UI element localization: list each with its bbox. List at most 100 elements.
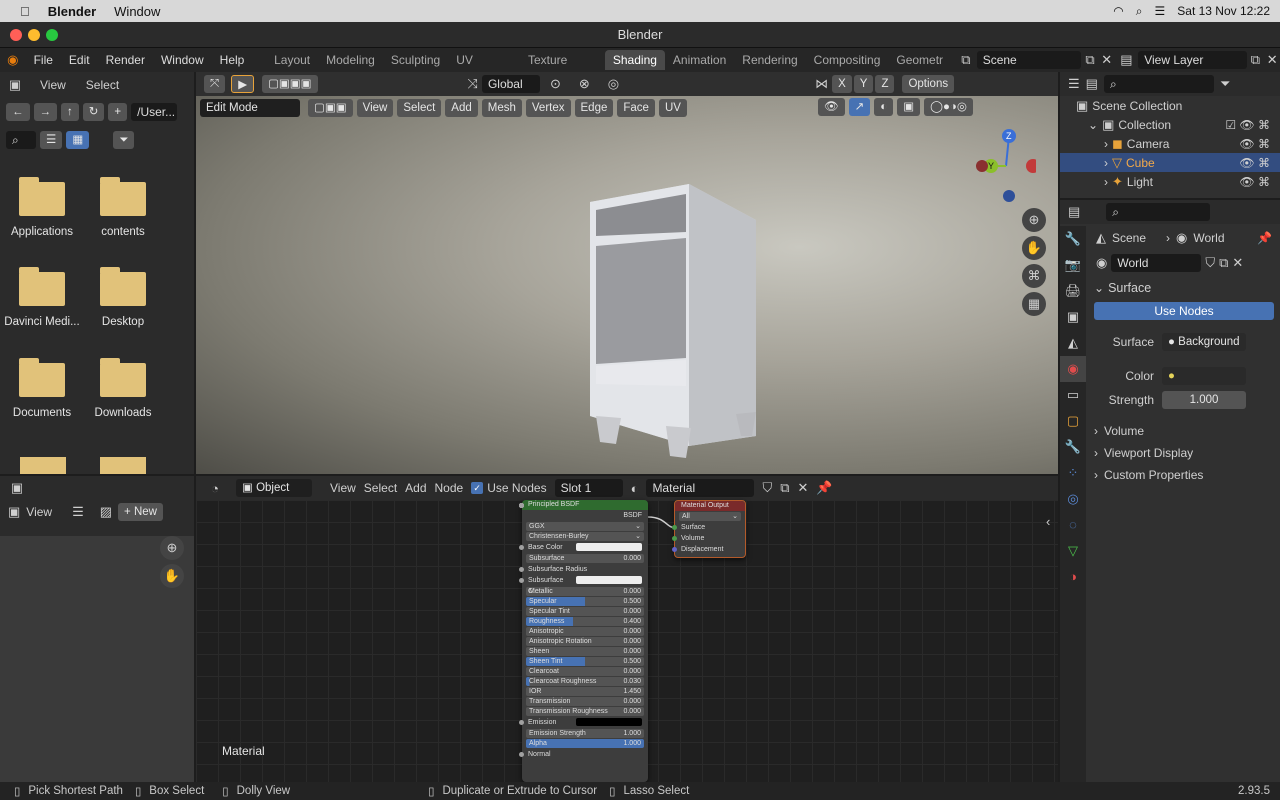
input-volume[interactable]: Volume <box>672 533 745 544</box>
filter-icon[interactable]: ⏷ <box>1220 76 1230 92</box>
bsdf-input-row[interactable]: Emission Strength 1.000 <box>519 503 644 738</box>
display-list-icon[interactable]: ☰ <box>40 131 63 149</box>
image-editor-icon[interactable]: ▣ <box>8 504 20 520</box>
scene-tab-icon[interactable]: ◭ <box>1060 330 1086 356</box>
pin-icon[interactable]: 📌 <box>1257 231 1272 245</box>
distribution-select[interactable]: GGX ⌄ <box>526 522 644 531</box>
navigation-gizmo[interactable]: Z Y <box>976 128 1036 208</box>
menu-window[interactable]: Window <box>153 53 212 67</box>
particles-tab-icon[interactable]: ⁘ <box>1060 460 1086 486</box>
new-image-button[interactable]: + New <box>118 503 163 521</box>
viewport-menu-uv[interactable]: UV <box>658 99 687 117</box>
tab-modeling[interactable]: Modeling <box>318 50 383 70</box>
input-displacement[interactable]: Displacement <box>672 544 745 555</box>
folder-desktop[interactable]: Desktop <box>83 267 163 328</box>
wifi-icon[interactable]: ◠ <box>1113 4 1123 18</box>
unlink-material-icon[interactable]: ✕ <box>798 480 809 496</box>
object-tab-icon[interactable]: ▢ <box>1060 408 1086 434</box>
outliner-cube[interactable]: › ▽ Cube 👁 ⌘ <box>1060 153 1280 172</box>
strength-field[interactable]: 1.000 <box>1162 391 1246 409</box>
select-mode-icons[interactable]: ▢▣▣▣ <box>262 75 318 93</box>
minimize-window-button[interactable] <box>28 29 40 41</box>
folder-contents[interactable]: contents <box>83 177 163 238</box>
menu-edit[interactable]: Edit <box>61 53 98 67</box>
socket-dot[interactable] <box>519 752 524 757</box>
window-menu[interactable]: Window <box>114 4 160 19</box>
folder-documents[interactable]: Documents <box>2 358 82 419</box>
fake-user-icon[interactable]: ⛉ <box>1205 255 1215 271</box>
pivot-icon[interactable]: ⊙ <box>550 76 561 92</box>
display-thumbnails-icon[interactable]: ▦ <box>66 131 90 149</box>
use-nodes-button[interactable]: Use Nodes <box>1094 302 1274 320</box>
subsurface-method-select[interactable]: Christensen-Burley ⌄ <box>526 532 644 541</box>
parent-dir-icon[interactable]: ↑ <box>61 103 79 121</box>
color-field[interactable]: ● <box>1162 367 1246 385</box>
transform-orientation-select[interactable]: Global <box>481 75 540 93</box>
socket-dot[interactable] <box>519 720 524 725</box>
close-window-button[interactable] <box>10 29 22 41</box>
outliner-search-field[interactable]: ⌕ <box>1103 75 1214 93</box>
path-field[interactable]: /User... <box>131 103 178 121</box>
menu-icon[interactable]: ☰ <box>72 504 84 520</box>
bsdf-input-row[interactable]: Anisotropic 0.000 <box>519 503 644 636</box>
output-tab-icon[interactable]: 🖨 <box>1060 278 1086 304</box>
volume-panel-header[interactable]: › Volume <box>1090 420 1278 442</box>
clock[interactable]: Sat 13 Nov 12:22 <box>1177 4 1270 18</box>
physics-tab-icon[interactable]: ◎ <box>1060 486 1086 512</box>
editor-type-icon[interactable]: ▣ <box>0 77 30 93</box>
duplicate-world-icon[interactable]: ⧉ <box>1219 255 1228 271</box>
modifier-tab-icon[interactable]: 🔧 <box>1060 434 1086 460</box>
axis-z-toggle[interactable]: Z <box>875 75 895 93</box>
material-output-node[interactable]: Material Output All ⌄ Surface Volume Disp… <box>672 500 746 558</box>
new-view-layer-icon[interactable]: ⧉ <box>1247 52 1265 68</box>
view-layer-icon[interactable]: ▤ <box>1115 52 1139 68</box>
back-icon[interactable]: ← <box>6 103 30 121</box>
bsdf-input-row[interactable]: Specular Tint 0.000 <box>519 503 644 616</box>
display-mode-icon[interactable]: ▤ <box>1086 76 1098 92</box>
node-menu-select[interactable]: Select <box>364 481 397 495</box>
bsdf-input-row[interactable]: Clearcoat 0.000 <box>519 503 644 676</box>
material-name-field[interactable]: Material <box>646 479 755 497</box>
node-menu-node[interactable]: Node <box>435 481 464 495</box>
viewport-menu-edge[interactable]: Edge <box>574 99 614 117</box>
bsdf-input-row[interactable]: Transmission Roughness 0.000 <box>519 503 644 716</box>
zoom-window-button[interactable] <box>46 29 58 41</box>
view-layer-selector[interactable]: View Layer <box>1138 51 1247 69</box>
new-folder-icon[interactable]: + <box>108 103 128 121</box>
tab-compositing[interactable]: Compositing <box>806 50 889 70</box>
gizmo-icon[interactable]: ↗ <box>848 98 871 116</box>
duplicate-material-icon[interactable]: ⧉ <box>780 480 789 496</box>
pan-hand-icon[interactable]: ✋ <box>1022 236 1046 260</box>
new-scene-icon[interactable]: ⧉ <box>1081 52 1099 68</box>
node-editor-canvas[interactable]: Principled BSDF BSDF GGX ⌄ Christensen-Bu… <box>196 500 1058 782</box>
3d-viewport[interactable]: Edit Mode ▢▣▣ View Select Add Mesh Verte… <box>196 96 1058 474</box>
custom-properties-panel-header[interactable]: › Custom Properties <box>1090 464 1278 486</box>
properties-search-field[interactable]: ⌕ <box>1106 203 1211 221</box>
viewport-menu-view[interactable]: View <box>356 99 394 117</box>
forward-icon[interactable]: → <box>33 103 57 121</box>
world-browse-icon[interactable]: ◉ <box>1096 255 1107 271</box>
filter-search-icon[interactable]: ⌕ <box>6 131 36 149</box>
color-swatch[interactable] <box>576 576 642 584</box>
outliner-light[interactable]: › ✦ Light 👁 ⌘ <box>1060 172 1280 191</box>
world-name-field[interactable]: World <box>1111 254 1202 272</box>
cabinet-model[interactable] <box>590 184 756 458</box>
menu-file[interactable]: File <box>26 53 61 67</box>
view-layer-tab-icon[interactable]: ▣ <box>1060 304 1086 330</box>
delete-scene-icon[interactable]: ✕ <box>1099 52 1115 68</box>
color-swatch[interactable] <box>575 543 642 551</box>
visibility-icons[interactable]: ☑ 👁 ⌘ <box>1225 118 1270 132</box>
node-menu-view[interactable]: View <box>330 481 356 495</box>
snap-icon[interactable]: ⊗ <box>579 76 590 92</box>
use-nodes-checkbox[interactable]: ✓ Use Nodes <box>471 481 547 495</box>
zoom-icon[interactable]: ⊕ <box>160 536 184 560</box>
mirror-icon[interactable]: ⋈ <box>815 76 828 92</box>
bsdf-input-row[interactable]: Base Color <box>519 542 648 553</box>
menu-help[interactable]: Help <box>212 53 253 67</box>
render-tab-icon[interactable]: 📷 <box>1060 252 1086 278</box>
bsdf-input-row[interactable]: Subsurface Radius <box>519 564 648 575</box>
tab-sculpting[interactable]: Sculpting <box>383 50 448 70</box>
axis-x-toggle[interactable]: X <box>832 75 852 93</box>
mode-select[interactable]: Edit Mode <box>200 99 300 117</box>
outliner-camera[interactable]: › ◼ Camera 👁 ⌘ <box>1060 134 1280 153</box>
